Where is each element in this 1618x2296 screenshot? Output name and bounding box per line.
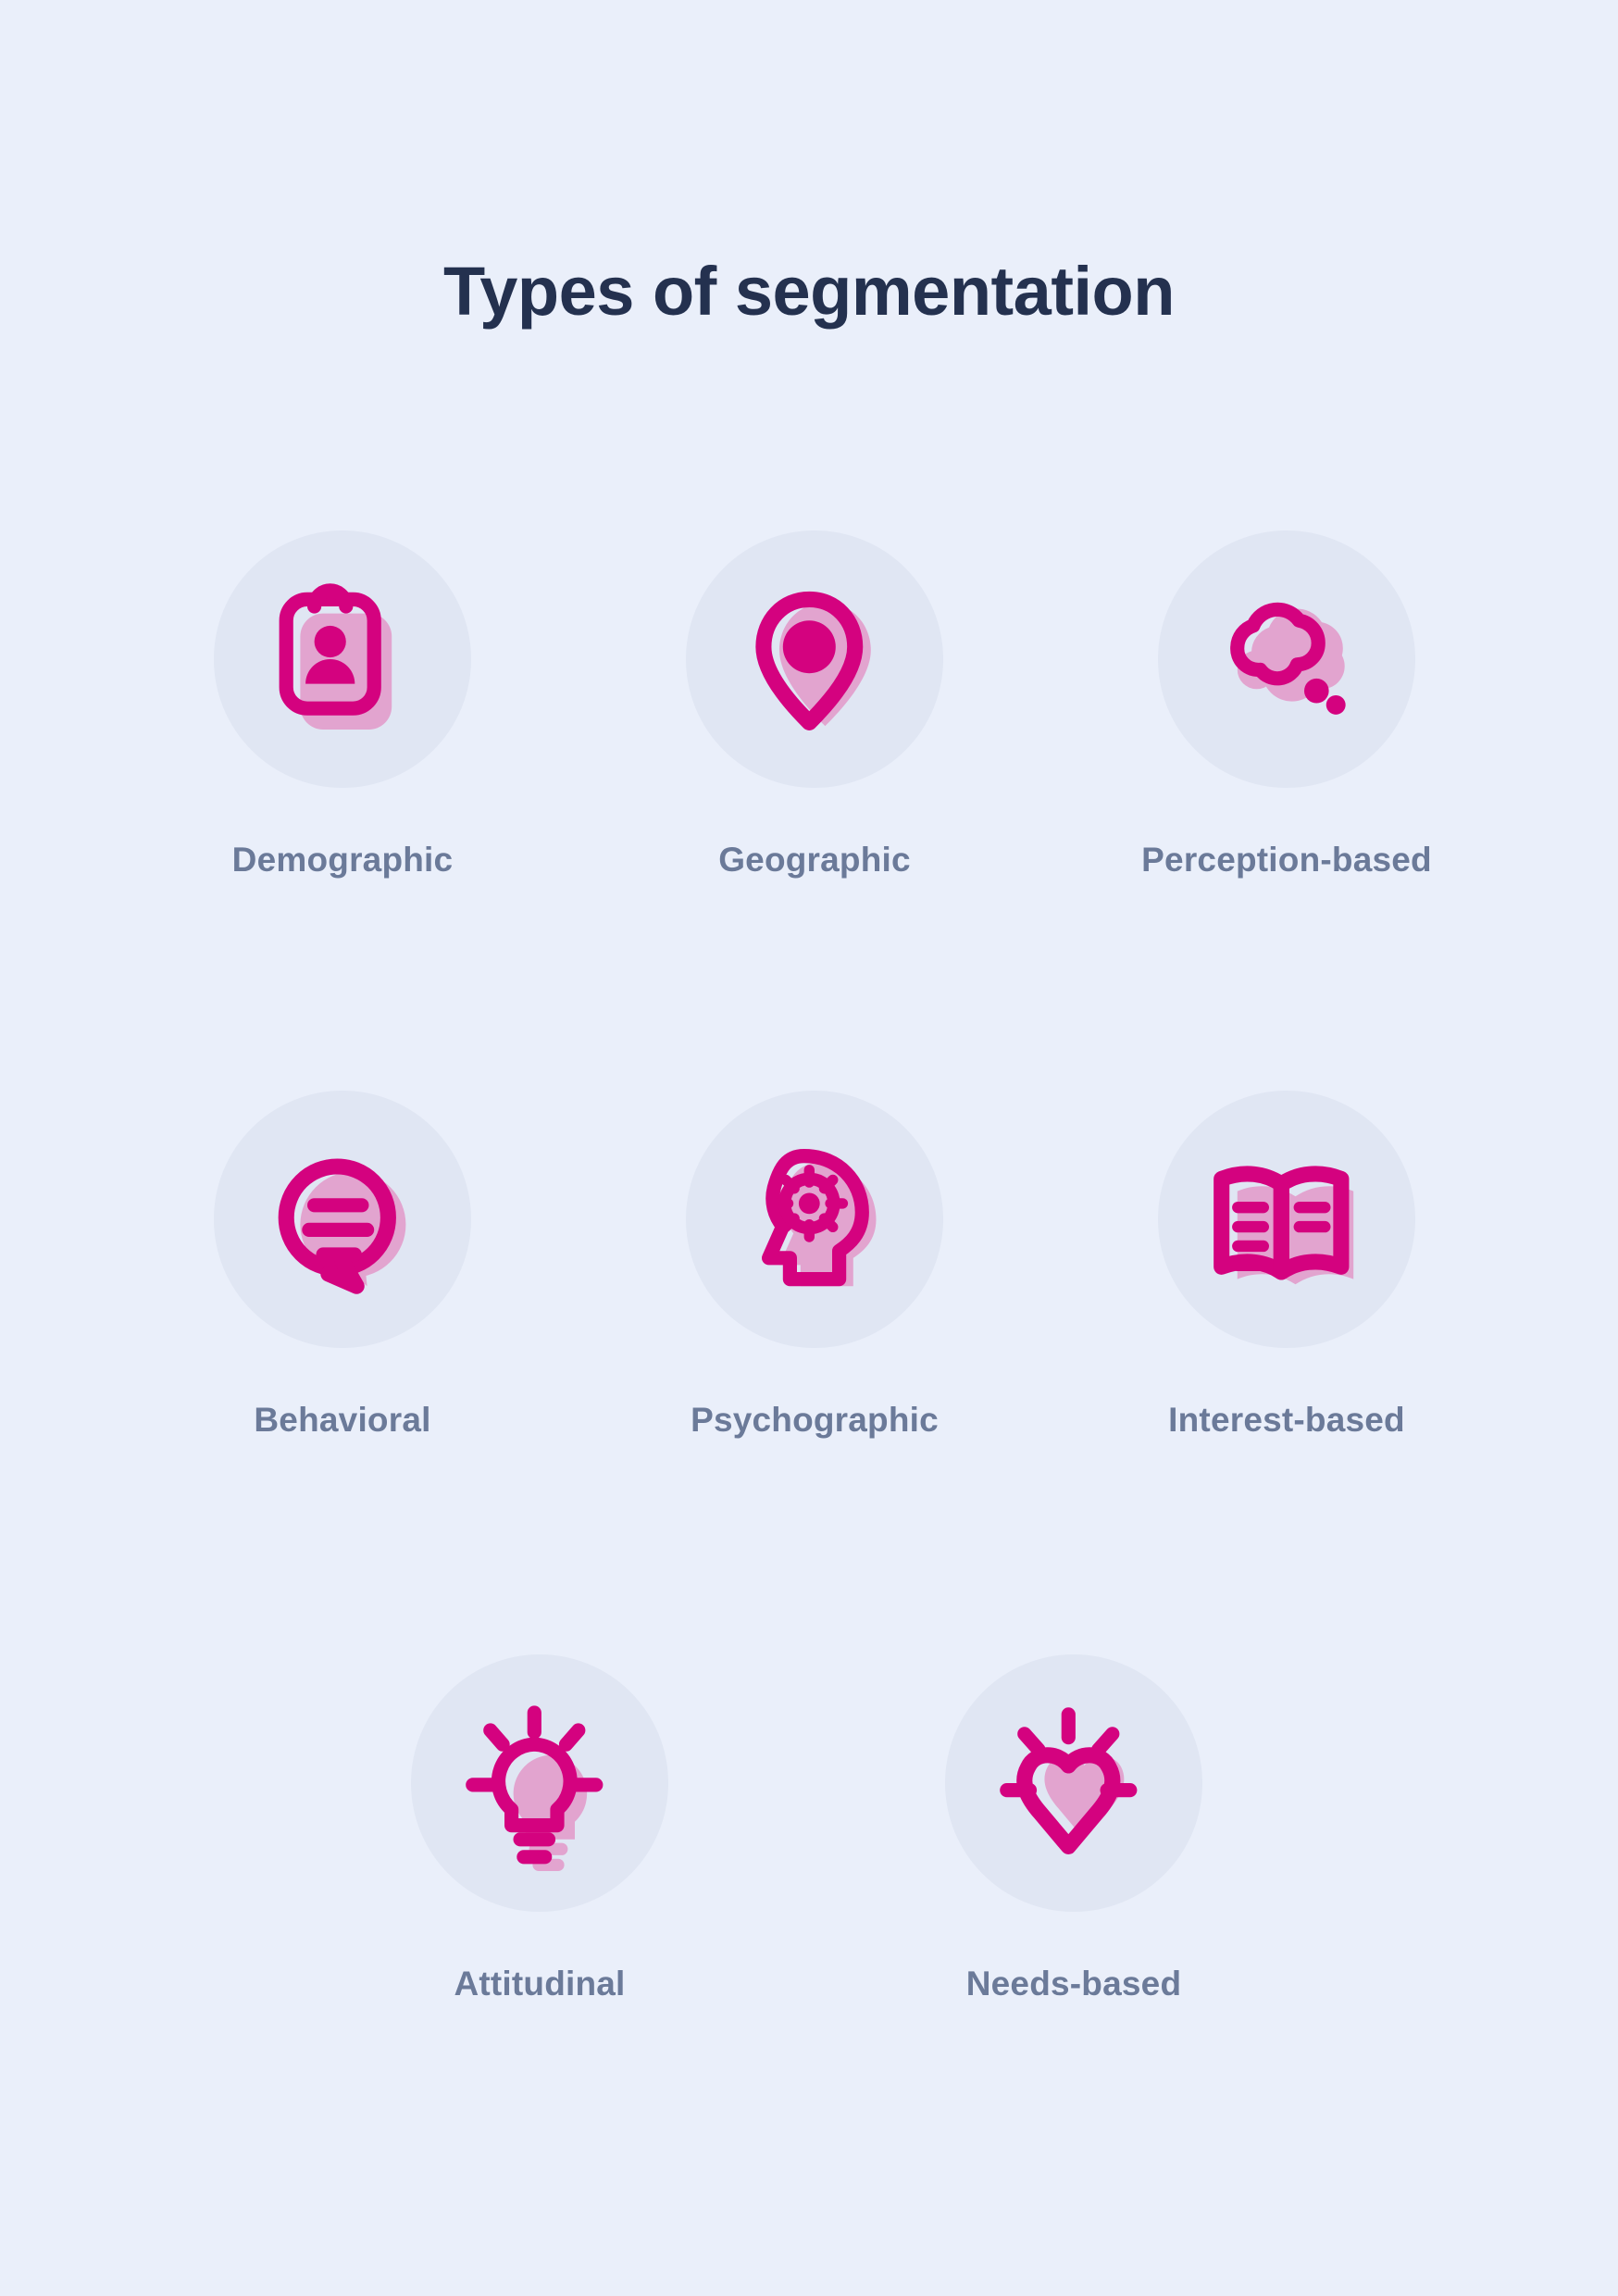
segment-label: Perception-based	[1141, 841, 1432, 879]
icon-circle	[1158, 530, 1415, 788]
segment-label: Interest-based	[1168, 1401, 1405, 1439]
icon-circle	[214, 530, 471, 788]
segment-label: Demographic	[231, 841, 454, 879]
segment-label: Geographic	[718, 841, 911, 879]
segment-label: Psychographic	[691, 1401, 939, 1439]
icon-circle	[1158, 1091, 1415, 1348]
speech-bubble-lines-icon	[278, 1158, 406, 1294]
segment-item-psychographic: Psychographic	[620, 1091, 1009, 1441]
icon-circle	[214, 1091, 471, 1348]
segment-item-interest-based: Interest-based	[1092, 1091, 1481, 1441]
lightbulb-icon	[466, 1705, 604, 1871]
open-book-icon	[1214, 1166, 1354, 1285]
icon-circle	[411, 1654, 668, 1912]
icon-circle	[945, 1654, 1202, 1912]
segment-item-perception-based: Perception-based	[1092, 530, 1481, 880]
clipboard-person-icon	[279, 583, 392, 730]
head-gear-icon	[762, 1149, 877, 1287]
segment-label: Needs-based	[965, 1965, 1182, 2003]
segmentation-infographic: Types of segmentation Demographic Geogra…	[0, 0, 1618, 2296]
radiating-heart-icon	[1000, 1707, 1138, 1854]
segment-item-behavioral: Behavioral	[148, 1091, 537, 1441]
icon-circle	[686, 1091, 943, 1348]
icon-circle	[686, 530, 943, 788]
segment-label: Attitudinal	[454, 1965, 626, 2003]
map-pin-icon	[755, 591, 871, 730]
page-title: Types of segmentation	[443, 253, 1175, 330]
segment-item-geographic: Geographic	[620, 530, 1009, 880]
segment-item-demographic: Demographic	[148, 530, 537, 880]
thought-cloud-icon	[1230, 602, 1346, 715]
segment-label: Behavioral	[254, 1401, 431, 1439]
segment-item-attitudinal: Attitudinal	[345, 1654, 734, 2004]
segment-item-needs-based: Needs-based	[879, 1654, 1268, 2004]
